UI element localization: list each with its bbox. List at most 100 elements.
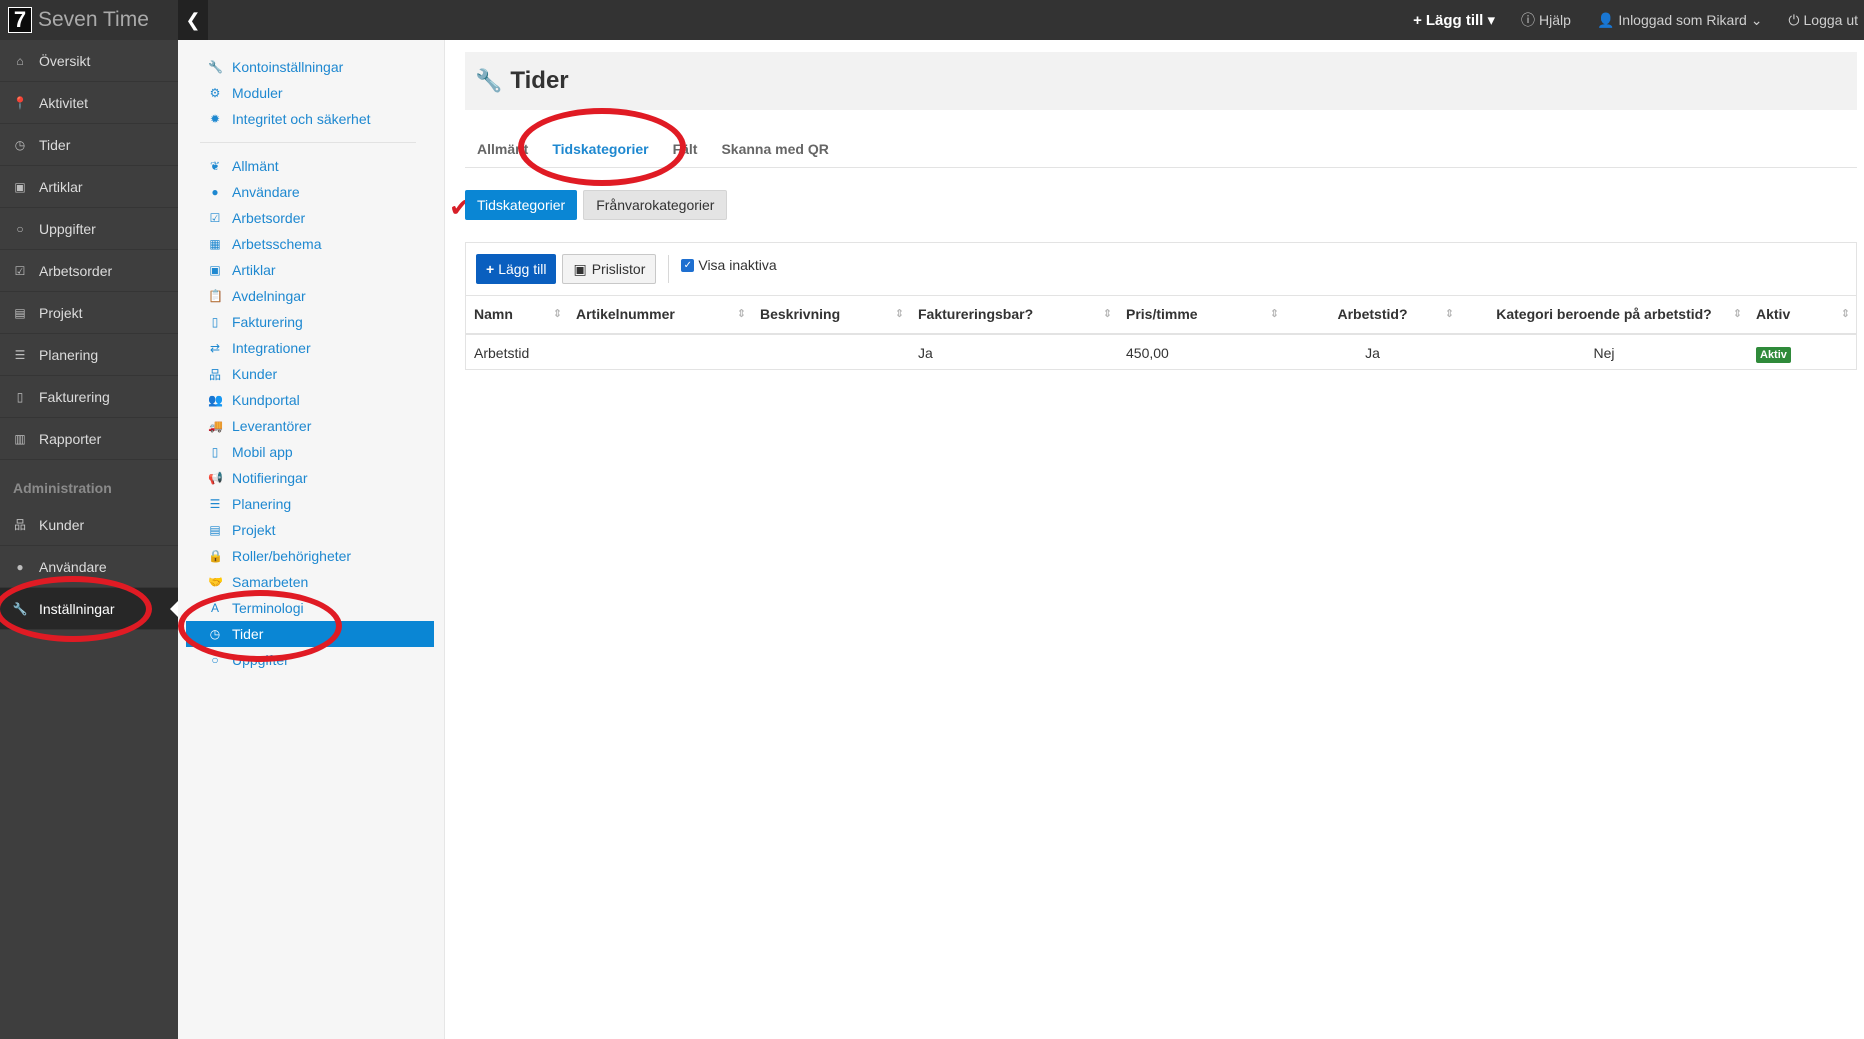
paste-icon: 📋 xyxy=(208,289,223,303)
gear-icon: ✹ xyxy=(209,112,221,126)
logout-link[interactable]: ⏻ Logga ut xyxy=(1788,12,1858,29)
add-category-button[interactable]: + Lägg till xyxy=(476,254,557,284)
submenu-item-projekt[interactable]: ▤ Projekt xyxy=(186,517,434,543)
column-header-aktiv[interactable]: Aktiv ⇕ xyxy=(1748,295,1856,335)
list-icon: ☰ xyxy=(14,347,26,362)
submenu-item-kunder[interactable]: 品 Kunder xyxy=(186,361,434,387)
pricelists-button[interactable]: ▣ Prislistor xyxy=(562,254,657,284)
user-icon: ● xyxy=(211,185,219,199)
leaf-icon: ❦ xyxy=(209,159,221,173)
submenu-item-avdelningar[interactable]: 📋 Avdelningar xyxy=(186,283,434,309)
cell-dependent: Nej xyxy=(1593,345,1615,361)
submenu-item-samarbeten[interactable]: 🤝 Samarbeten xyxy=(186,569,434,595)
sidebar-item-planering[interactable]: ☰ Planering xyxy=(0,334,178,376)
cell-billable: Ja xyxy=(918,345,933,361)
submenu-item-arbetsschema[interactable]: ▦ Arbetsschema xyxy=(186,231,434,257)
sort-icon: ⇕ xyxy=(1840,308,1850,320)
submenu-item-notifieringar[interactable]: 📢 Notifieringar xyxy=(186,465,434,491)
user-icon: 👤 xyxy=(1596,11,1615,28)
brand[interactable]: 7 Seven Time xyxy=(0,0,178,40)
sidebar-item-kunder[interactable]: 品 Kunder xyxy=(0,504,178,546)
column-header-arbetstid[interactable]: Arbetstid? ⇕ xyxy=(1285,295,1460,335)
submenu-item-arbetsorder[interactable]: ☑ Arbetsorder xyxy=(186,205,434,231)
toolbar-separator xyxy=(668,255,670,283)
power-icon: ⏻ xyxy=(1788,11,1800,28)
user-icon: ● xyxy=(16,559,24,574)
money-icon: ▣ xyxy=(573,260,587,277)
top-add-button[interactable]: + Lägg till ▾ xyxy=(1413,11,1495,29)
submenu-item-roller[interactable]: 🔒 Roller/behörigheter xyxy=(186,543,434,569)
wrench-icon: 🔧 xyxy=(208,60,223,74)
submenu-item-leverantorer[interactable]: 🚚 Leverantörer xyxy=(186,413,434,439)
submenu-item-integrationer[interactable]: ⇄ Integrationer xyxy=(186,335,434,361)
submenu-item-artiklar[interactable]: ▣ Artiklar xyxy=(186,257,434,283)
submenu-item-kontoinstallningar[interactable]: 🔧 Kontoinställningar xyxy=(186,54,434,80)
tab-skanna-qr[interactable]: Skanna med QR xyxy=(709,130,840,168)
submenu-item-fakturering[interactable]: ▯ Fakturering xyxy=(186,309,434,335)
column-header-pris-timme[interactable]: Pris/timme ⇕ xyxy=(1118,295,1285,335)
show-inactive-checkbox[interactable]: ✓ Visa inaktiva xyxy=(681,257,777,273)
annotation-ring-submenu-tider xyxy=(178,590,342,662)
sort-icon: ⇕ xyxy=(552,308,562,320)
sidebar-item-artiklar[interactable]: ▣ Artiklar xyxy=(0,166,178,208)
column-header-faktureringsbar[interactable]: Faktureringsbar? ⇕ xyxy=(910,295,1118,335)
plus-icon: + xyxy=(1413,12,1422,29)
collapse-sidebar-button[interactable]: ❮ xyxy=(178,0,208,40)
sort-icon: ⇕ xyxy=(1444,308,1454,320)
brand-name: Seven Time xyxy=(38,8,149,31)
sitemap-icon: 品 xyxy=(208,367,221,382)
sort-icon: ⇕ xyxy=(894,308,904,320)
settings-submenu: 🔧 Kontoinställningar ⚙ Moduler ✹ Integritet… xyxy=(178,40,445,1039)
map-marker-icon: 📍 xyxy=(12,95,28,110)
mobile-icon: ▯ xyxy=(211,445,219,459)
sidebar-item-projekt[interactable]: ▤ Projekt xyxy=(0,292,178,334)
sidebar-item-uppgifter[interactable]: ○ Uppgifter xyxy=(0,208,178,250)
main-sidebar: ⌂ Översikt 📍 Aktivitet ◷ Tider ▣ Artiklar ○ U… xyxy=(0,40,178,1039)
submenu-item-planering[interactable]: ☰ Planering xyxy=(186,491,434,517)
sidebar-item-rapporter[interactable]: ▥ Rapporter xyxy=(0,418,178,460)
help-link[interactable]: ⓘ Hjälp xyxy=(1521,10,1571,30)
sidebar-section-administration: Administration xyxy=(13,480,112,496)
briefcase-icon: ▤ xyxy=(14,305,26,320)
column-header-namn[interactable]: Namn ⇕ xyxy=(466,295,568,335)
caret-down-icon: ▾ xyxy=(1487,12,1496,29)
submenu-item-allmant[interactable]: ❦ Allmänt xyxy=(186,153,434,179)
submenu-item-anvandare[interactable]: ● Användare xyxy=(186,179,434,205)
user-menu[interactable]: 👤 Inloggad som Rikard ⌄ xyxy=(1597,12,1762,29)
sidebar-item-aktivitet[interactable]: 📍 Aktivitet xyxy=(0,82,178,124)
pill-franvarokategorier[interactable]: Frånvarokategorier xyxy=(583,190,728,220)
submenu-item-kundportal[interactable]: 👥 Kundportal xyxy=(186,387,434,413)
chevron-down-icon: ⌄ xyxy=(1750,11,1763,28)
submenu-item-moduler[interactable]: ⚙ Moduler xyxy=(186,80,434,106)
lock-icon: 🔒 xyxy=(208,549,223,563)
table-toolbar: + Lägg till ▣ Prislistor ✓ Visa inaktiva xyxy=(466,243,1856,295)
pill-tidskategorier[interactable]: Tidskategorier xyxy=(465,190,578,220)
checkbox-icon: ☑ xyxy=(209,211,221,225)
annotation-ring-installningar xyxy=(0,576,152,642)
chevron-left-icon: ❮ xyxy=(185,9,201,30)
sort-icon: ⇕ xyxy=(1732,308,1742,320)
sort-icon: ⇕ xyxy=(1102,308,1112,320)
plus-icon: + xyxy=(486,261,495,277)
sitemap-icon: 品 xyxy=(13,518,26,532)
briefcase-icon: ▤ xyxy=(209,523,221,537)
bar-chart-icon: ▥ xyxy=(14,431,26,446)
column-header-artikelnummer[interactable]: Artikelnummer ⇕ xyxy=(568,295,752,335)
clock-icon: ◷ xyxy=(14,137,26,152)
checkbox-icon: ☑ xyxy=(14,263,26,278)
submenu-item-integritet[interactable]: ✹ Integritet och säkerhet xyxy=(186,106,434,132)
truck-icon: 🚚 xyxy=(208,419,223,433)
cell-article xyxy=(568,334,752,372)
sidebar-item-arbetsorder[interactable]: ☑ Arbetsorder xyxy=(0,250,178,292)
sidebar-item-oversikt[interactable]: ⌂ Översikt xyxy=(0,40,178,82)
cell-price: 450,00 xyxy=(1126,345,1169,361)
home-icon: ⌂ xyxy=(16,53,24,68)
column-header-kategori-beroende[interactable]: Kategori beroende på arbetstid? ⇕ xyxy=(1460,295,1748,335)
sidebar-item-fakturering[interactable]: ▯ Fakturering xyxy=(0,376,178,418)
sidebar-item-tider[interactable]: ◷ Tider xyxy=(0,124,178,166)
submenu-item-mobil-app[interactable]: ▯ Mobil app xyxy=(186,439,434,465)
checkbox-checked-icon: ✓ xyxy=(681,258,695,272)
page-header: 🔧 Tider xyxy=(465,52,1857,110)
table-row[interactable]: Arbetstid Ja 450,00 Ja Nej Aktiv xyxy=(466,334,1856,372)
column-header-beskrivning[interactable]: Beskrivning ⇕ xyxy=(752,295,910,335)
